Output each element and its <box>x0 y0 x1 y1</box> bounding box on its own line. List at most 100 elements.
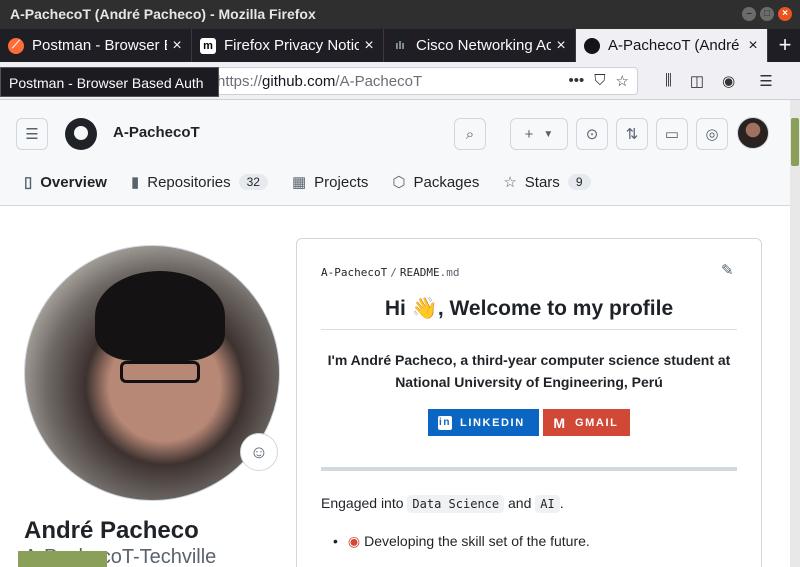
mozilla-icon: m <box>200 37 216 54</box>
tab-label: Firefox Privacy Notice <box>224 37 359 54</box>
avatar-glasses <box>120 361 200 383</box>
hamburger-menu-button[interactable]: ☰ <box>16 118 48 150</box>
star-icon: ☆ <box>503 174 517 191</box>
tab-packages[interactable]: ⬡ Packages <box>392 170 479 194</box>
horizontal-scrollbar-thumb[interactable] <box>18 551 107 567</box>
repo-icon: ▮ <box>130 174 140 191</box>
user-avatar[interactable] <box>737 117 769 149</box>
readme-divider <box>321 467 737 471</box>
tab-repositories[interactable]: ▮ Repositories 32 <box>131 170 268 194</box>
tab-label: Projects <box>314 173 369 191</box>
readme-path-file[interactable]: README <box>400 266 440 279</box>
copilot-button[interactable]: ◎ <box>696 118 728 150</box>
inbox-button[interactable]: ▭ <box>656 118 688 150</box>
tab-label: Overview <box>40 173 107 191</box>
maximize-button[interactable]: □ <box>760 7 774 21</box>
inbox-icon: ▭ <box>664 126 680 143</box>
code-ai: AI <box>535 495 560 513</box>
repo-count-badge: 32 <box>238 174 268 190</box>
readme-card: A-PachecoT / README.md ✎ Hi 👋, Welcome to … <box>296 238 762 567</box>
tab-label: A-PachecoT (André Pacheco) <box>608 37 743 54</box>
sidebar-icon[interactable]: ◫ <box>690 72 704 90</box>
profile-avatar[interactable] <box>24 245 280 501</box>
linkedin-badge[interactable]: in LINKEDIN <box>428 409 539 436</box>
scrollbar-thumb[interactable] <box>791 118 799 166</box>
page-actions-icon[interactable]: ••• <box>569 72 585 90</box>
stars-count-badge: 9 <box>567 174 591 190</box>
tab-firefox-privacy[interactable]: m Firefox Privacy Notice × <box>192 29 384 62</box>
menu-icon[interactable]: ☰ <box>759 72 772 90</box>
tab-cisco[interactable]: ılı Cisco Networking Academy × <box>384 29 576 62</box>
github-page: ☰ A-PachecoT ⌕ + ▼ ⊙ ⇅ ▭ ◎ ▯ Overview ▮ R… <box>0 100 790 567</box>
account-icon[interactable]: ◉ <box>722 72 735 90</box>
profile-full-name: André Pacheco <box>24 517 199 544</box>
window-title: A-PachecoT (André Pacheco) - Mozilla Fir… <box>10 6 316 22</box>
tab-label: Stars <box>524 173 560 191</box>
readme-intro: I'm André Pacheco, a third-year computer… <box>327 352 731 390</box>
set-status-button[interactable]: ☺ <box>240 433 278 471</box>
address-bar[interactable]: https://github.com/A-PachecoT ••• ⛉ ☆ <box>200 67 638 95</box>
minimize-button[interactable]: – <box>742 7 756 21</box>
url-text[interactable]: https://github.com/A-PachecoT <box>217 73 422 90</box>
smiley-icon: ☺ <box>249 442 269 462</box>
tab-label: Postman - Browser Based Auth <box>32 37 167 54</box>
readme-path: A-PachecoT / README.md <box>321 266 460 279</box>
tab-github-profile[interactable]: A-PachecoT (André Pacheco) × <box>576 29 768 62</box>
issues-button[interactable]: ⊙ <box>576 118 608 150</box>
tab-label: Repositories <box>147 173 231 191</box>
profile-nav: ▯ Overview ▮ Repositories 32 ▦ Projects … <box>24 170 615 194</box>
avatar-hair <box>95 271 225 361</box>
chevron-down-icon: ▼ <box>543 128 554 140</box>
close-tab-icon[interactable]: × <box>551 37 571 55</box>
gmail-badge[interactable]: M GMAIL <box>543 409 630 436</box>
postman-icon: ⟋ <box>8 37 24 54</box>
pencil-icon[interactable]: ✎ <box>721 261 739 279</box>
list-item: • ◉ Developing the skill set of the future… <box>333 533 590 549</box>
tab-strip: ⟋ Postman - Browser Based Auth × m Firef… <box>0 29 800 62</box>
header-username[interactable]: A-PachecoT <box>113 124 200 141</box>
bullet-dot: • <box>333 533 338 549</box>
search-icon: ⌕ <box>465 125 475 143</box>
toolbar-icons: ⫼ ◫ ◉ ☰ <box>665 72 773 90</box>
bookmark-star-icon[interactable]: ☆ <box>616 72 629 90</box>
contact-badges: in LINKEDIN M GMAIL <box>428 409 630 436</box>
book-icon: ▯ <box>24 174 33 191</box>
new-tab-button[interactable]: + <box>770 29 800 62</box>
table-icon: ▦ <box>291 174 307 191</box>
github-header: ☰ A-PachecoT ⌕ + ▼ ⊙ ⇅ ▭ ◎ ▯ Overview ▮ R… <box>0 100 790 206</box>
tab-label: Cisco Networking Academy <box>416 37 551 54</box>
pull-request-icon: ⇅ <box>625 126 639 143</box>
gmail-icon: M <box>553 414 567 431</box>
close-window-button[interactable]: × <box>778 7 792 21</box>
package-icon: ⬡ <box>392 174 406 191</box>
issue-icon: ⊙ <box>585 126 599 143</box>
close-tab-icon[interactable]: × <box>359 37 379 55</box>
tab-projects[interactable]: ▦ Projects <box>292 170 368 194</box>
tab-overview[interactable]: ▯ Overview <box>24 170 107 194</box>
close-tab-icon[interactable]: × <box>743 37 763 55</box>
copilot-icon: ◎ <box>705 126 719 143</box>
readme-engaged-line: Engaged into Data Science and AI. <box>321 495 564 513</box>
close-tab-icon[interactable]: × <box>167 37 187 55</box>
readme-heading: Hi 👋, Welcome to my profile <box>321 297 737 330</box>
library-icon[interactable]: ⫼ <box>665 72 672 90</box>
tab-tooltip: Postman - Browser Based Auth <box>0 67 219 97</box>
pull-requests-button[interactable]: ⇅ <box>616 118 648 150</box>
create-new-button[interactable]: + ▼ <box>510 118 568 150</box>
pocket-icon[interactable]: ⛉ <box>594 72 605 90</box>
window-titlebar: A-PachecoT (André Pacheco) - Mozilla Fir… <box>0 0 800 29</box>
url-actions: ••• ⛉ ☆ <box>569 72 629 90</box>
target-icon: ◉ <box>347 533 361 549</box>
tab-postman[interactable]: ⟋ Postman - Browser Based Auth × <box>0 29 192 62</box>
github-icon <box>584 37 600 54</box>
search-button[interactable]: ⌕ <box>454 118 486 150</box>
readme-path-user[interactable]: A-PachecoT <box>321 266 387 279</box>
code-data-science: Data Science <box>407 495 505 513</box>
window-controls: – □ × <box>742 7 792 21</box>
github-logo[interactable] <box>65 118 97 150</box>
vertical-scrollbar[interactable] <box>790 100 800 567</box>
tab-label: Packages <box>413 173 480 191</box>
tab-stars[interactable]: ☆ Stars 9 <box>503 170 591 194</box>
linkedin-icon: in <box>438 415 452 430</box>
plus-icon: + <box>524 125 534 143</box>
